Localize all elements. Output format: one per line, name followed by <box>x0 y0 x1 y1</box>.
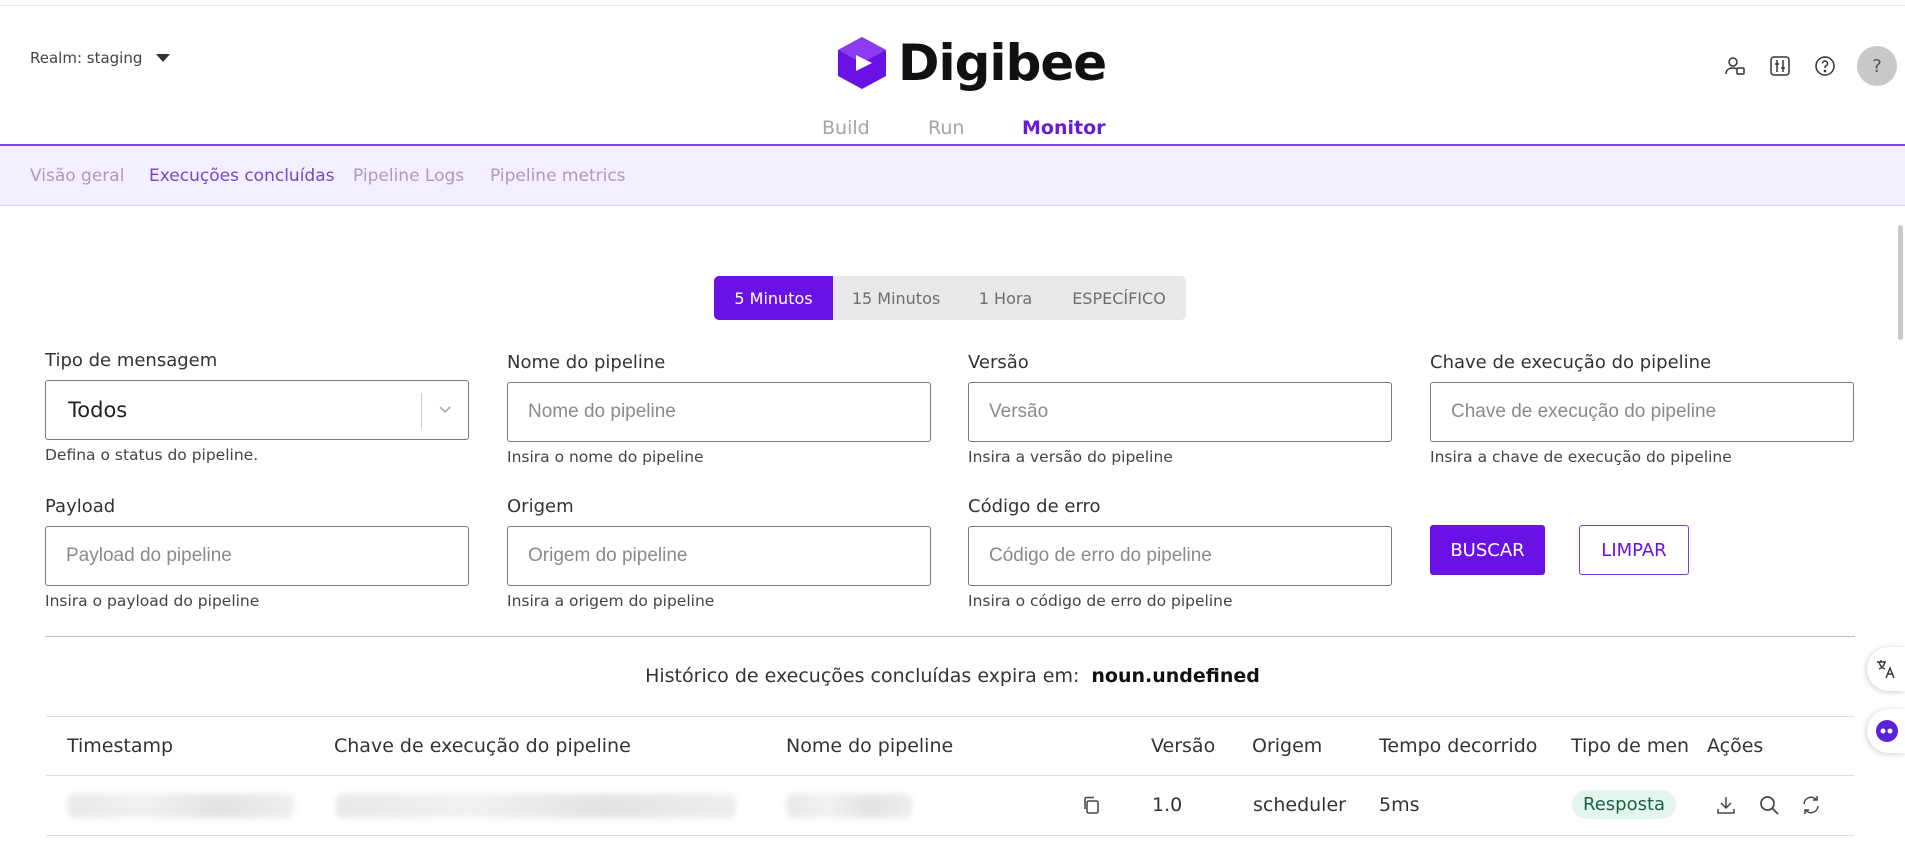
execution-key-label: Chave de execução do pipeline <box>1430 352 1712 373</box>
header-icons: ? <box>1722 46 1905 86</box>
version-field: Versão Insira a versão do pipeline <box>968 352 1392 466</box>
divider <box>45 636 1855 637</box>
subnav-pipeline-metrics[interactable]: Pipeline metrics <box>490 166 626 186</box>
main-tabs: Build Run Monitor <box>0 117 1905 147</box>
status-badge: Resposta <box>1572 790 1677 819</box>
time-specific-button[interactable]: ESPECÍFICO <box>1052 276 1186 320</box>
origin-input[interactable] <box>528 545 910 567</box>
column-message-type[interactable]: Tipo de mens <box>1571 735 1690 757</box>
pipeline-name-box <box>507 382 931 442</box>
assistant-icon[interactable] <box>1867 709 1905 753</box>
execution-key-help: Insira a chave de execução do pipeline <box>1430 448 1732 466</box>
column-elapsed-time[interactable]: Tempo decorrido <box>1379 735 1537 757</box>
subnav-pipeline-logs[interactable]: Pipeline Logs <box>353 166 464 186</box>
pipeline-name-input[interactable] <box>528 401 910 423</box>
execution-key-box <box>1430 382 1854 442</box>
error-code-label: Código de erro <box>968 496 1101 517</box>
digibee-hexagon-icon <box>838 37 886 89</box>
origin-label: Origem <box>507 496 574 517</box>
scrollbar[interactable] <box>1898 225 1903 340</box>
tab-run[interactable]: Run <box>928 117 964 139</box>
execution-key-field: Chave de execução do pipeline Insira a c… <box>1430 352 1854 466</box>
time-range-selector: 5 Minutos 15 Minutos 1 Hora ESPECÍFICO <box>714 276 1186 320</box>
sub-navigation: Visão geral Execuções concluídas Pipelin… <box>0 144 1905 206</box>
subnav-overview[interactable]: Visão geral <box>30 166 124 186</box>
row-elapsed: 5ms <box>1379 794 1420 816</box>
blurred-pipeline-name <box>787 794 912 818</box>
search-icon[interactable] <box>1756 792 1782 818</box>
version-box <box>968 382 1392 442</box>
message-type-label: Tipo de mensagem <box>45 350 218 371</box>
search-button[interactable]: BUSCAR <box>1430 525 1545 575</box>
version-help: Insira a versão do pipeline <box>968 448 1173 466</box>
pipeline-name-field: Nome do pipeline Insira o nome do pipeli… <box>507 352 931 466</box>
tab-build[interactable]: Build <box>822 117 870 139</box>
error-code-box <box>968 526 1392 586</box>
version-input[interactable] <box>989 401 1371 423</box>
executions-table: Timestamp Chave de execução do pipeline … <box>46 716 1854 836</box>
table-header: Timestamp Chave de execução do pipeline … <box>46 716 1854 776</box>
history-expiry: Histórico de execuções concluídas expira… <box>0 665 1905 687</box>
column-actions: Ações <box>1707 735 1764 757</box>
help-avatar-icon[interactable]: ? <box>1857 46 1897 86</box>
reprocess-icon[interactable] <box>1798 792 1824 818</box>
error-code-field: Código de erro Insira o código de erro d… <box>968 496 1392 610</box>
message-type-select[interactable]: Todos <box>45 380 469 440</box>
caret-down-icon <box>156 54 171 62</box>
chevron-down-icon <box>439 406 451 414</box>
download-icon[interactable] <box>1713 792 1739 818</box>
column-pipeline-name[interactable]: Nome do pipeline <box>786 735 953 757</box>
clear-button[interactable]: LIMPAR <box>1579 525 1689 575</box>
logo-text: Digibee <box>898 34 1107 92</box>
origin-help: Insira a origem do pipeline <box>507 592 715 610</box>
sliders-icon[interactable] <box>1767 53 1793 79</box>
history-expiry-text: Histórico de execuções concluídas expira… <box>645 665 1080 687</box>
realm-label: Realm: staging <box>30 49 143 67</box>
time-15-minutes-button[interactable]: 15 Minutos <box>833 276 959 320</box>
payload-label: Payload <box>45 496 116 517</box>
payload-help: Insira o payload do pipeline <box>45 592 260 610</box>
pipeline-name-help: Insira o nome do pipeline <box>507 448 704 466</box>
blurred-execution-key <box>336 794 736 818</box>
blurred-timestamp <box>68 794 294 818</box>
history-expiry-value: noun.undefined <box>1091 665 1260 687</box>
message-type-help: Defina o status do pipeline. <box>45 446 259 464</box>
payload-field: Payload Insira o payload do pipeline <box>45 496 469 610</box>
row-version: 1.0 <box>1152 794 1183 816</box>
column-version[interactable]: Versão <box>1151 735 1215 757</box>
message-type-value: Todos <box>68 398 128 422</box>
app-header: Realm: staging Digibee ? Build Run Monit… <box>0 6 1905 144</box>
execution-key-input[interactable] <box>1451 401 1833 423</box>
version-label: Versão <box>968 352 1029 373</box>
tab-monitor[interactable]: Monitor <box>1022 117 1106 139</box>
error-code-help: Insira o código de erro do pipeline <box>968 592 1233 610</box>
translate-icon[interactable] <box>1867 647 1905 691</box>
time-1-hour-button[interactable]: 1 Hora <box>959 276 1052 320</box>
user-settings-icon[interactable] <box>1722 53 1748 79</box>
payload-input[interactable] <box>66 545 448 567</box>
copy-icon[interactable] <box>1078 792 1104 818</box>
digibee-logo[interactable]: Digibee <box>836 34 1107 92</box>
pipeline-name-label: Nome do pipeline <box>507 352 666 373</box>
origin-field: Origem Insira a origem do pipeline <box>507 496 931 610</box>
message-type-field: Tipo de mensagem Todos Defina o status d… <box>45 350 469 464</box>
subnav-completed-executions[interactable]: Execuções concluídas <box>149 166 334 186</box>
select-separator <box>421 393 422 429</box>
column-execution-key[interactable]: Chave de execução do pipeline <box>334 735 631 757</box>
row-origin: scheduler <box>1253 794 1346 816</box>
realm-selector[interactable]: Realm: staging <box>30 49 171 67</box>
origin-box <box>507 526 931 586</box>
help-circle-icon[interactable] <box>1812 53 1838 79</box>
payload-box <box>45 526 469 586</box>
column-timestamp[interactable]: Timestamp <box>67 735 173 757</box>
error-code-input[interactable] <box>989 545 1371 567</box>
column-origin[interactable]: Origem <box>1252 735 1322 757</box>
table-row[interactable]: 1.0 scheduler 5ms Resposta <box>46 776 1854 836</box>
time-5-minutes-button[interactable]: 5 Minutos <box>714 276 833 320</box>
